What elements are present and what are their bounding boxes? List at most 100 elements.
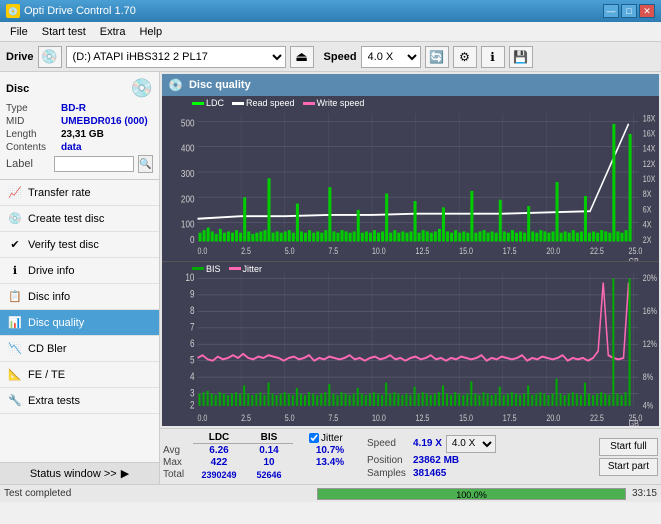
chart-title-text: Disc quality	[189, 79, 251, 91]
svg-text:17.5: 17.5	[503, 246, 517, 256]
svg-text:8: 8	[190, 304, 195, 317]
jitter-checkbox-container[interactable]: Jitter	[309, 432, 343, 444]
drive-label: Drive	[6, 51, 34, 63]
svg-text:5.0: 5.0	[285, 246, 295, 256]
disc-info-icon: 📋	[8, 290, 22, 304]
status-text: Test completed	[4, 488, 311, 499]
bis-avg: 0.14	[245, 445, 293, 456]
settings-button[interactable]: ⚙	[453, 46, 477, 68]
menu-bar: File Start test Extra Help	[0, 22, 661, 42]
read-color	[232, 102, 244, 105]
status-window-label: Status window >>	[30, 468, 117, 480]
mid-label: MID	[6, 116, 61, 127]
jitter-checkbox[interactable]	[309, 433, 319, 443]
svg-text:10X: 10X	[643, 174, 656, 184]
nav-label-drive-info: Drive info	[28, 265, 74, 277]
progress-text: 100.0%	[318, 489, 625, 500]
svg-text:6X: 6X	[643, 205, 652, 215]
svg-text:12%: 12%	[643, 337, 658, 348]
jitter-avg: 10.7%	[305, 445, 355, 456]
sidebar-item-disc-info[interactable]: 📋 Disc info	[0, 284, 159, 310]
svg-text:20.0: 20.0	[546, 246, 560, 256]
svg-text:GB: GB	[629, 417, 640, 426]
svg-text:20%: 20%	[643, 272, 658, 283]
svg-text:2.5: 2.5	[241, 411, 251, 422]
ldc-avg: 6.26	[193, 445, 245, 456]
sidebar-item-cd-bler[interactable]: 📉 CD Bler	[0, 336, 159, 362]
start-part-button[interactable]: Start part	[599, 458, 658, 476]
svg-text:18X: 18X	[643, 114, 656, 124]
chart-title-icon: 💿	[168, 78, 183, 92]
svg-text:400: 400	[181, 143, 195, 154]
close-button[interactable]: ✕	[639, 4, 655, 18]
menu-file[interactable]: File	[4, 24, 34, 40]
drive-icon-button[interactable]: 💿	[38, 46, 62, 68]
nav-label-disc-quality: Disc quality	[28, 317, 84, 329]
label-input[interactable]	[54, 156, 134, 172]
svg-text:12.5: 12.5	[416, 246, 430, 256]
start-full-button[interactable]: Start full	[599, 438, 658, 456]
sidebar-item-transfer-rate[interactable]: 📈 Transfer rate	[0, 180, 159, 206]
sidebar-item-verify-test-disc[interactable]: ✔ Verify test disc	[0, 232, 159, 258]
menu-extra[interactable]: Extra	[94, 24, 132, 40]
ldc-total: 2390249	[193, 470, 245, 480]
bottom-chart-legend: BIS Jitter	[192, 264, 262, 274]
svg-text:8X: 8X	[643, 190, 652, 200]
max-label: Max	[163, 457, 193, 468]
ldc-max: 422	[193, 457, 245, 468]
disc-icon: 💿	[131, 78, 153, 99]
svg-text:16%: 16%	[643, 304, 658, 315]
speed-select[interactable]: 4.0 X	[361, 46, 421, 68]
length-label: Length	[6, 129, 61, 140]
sidebar-item-fe-te[interactable]: 📐 FE / TE	[0, 362, 159, 388]
position-value: 23862 MB	[413, 455, 459, 466]
label-browse-button[interactable]: 🔍	[138, 155, 153, 173]
type-value: BD-R	[61, 103, 86, 114]
minimize-button[interactable]: —	[603, 4, 619, 18]
svg-text:17.5: 17.5	[503, 411, 517, 422]
sidebar-item-extra-tests[interactable]: 🔧 Extra tests	[0, 388, 159, 414]
progress-bar: 100.0%	[317, 488, 626, 500]
ldc-color	[192, 102, 204, 105]
svg-text:0.0: 0.0	[198, 246, 208, 256]
legend-ldc: LDC	[192, 98, 224, 108]
svg-text:2: 2	[190, 399, 195, 412]
jitter-check-label: Jitter	[321, 433, 343, 444]
create-test-disc-icon: 💿	[8, 212, 22, 226]
menu-start-test[interactable]: Start test	[36, 24, 92, 40]
svg-text:10.0: 10.0	[372, 411, 386, 422]
menu-help[interactable]: Help	[133, 24, 168, 40]
svg-text:0.0: 0.0	[198, 411, 208, 422]
svg-text:16X: 16X	[643, 129, 656, 139]
sidebar-item-create-test-disc[interactable]: 💿 Create test disc	[0, 206, 159, 232]
samples-key: Samples	[367, 468, 409, 479]
nav-items: 📈 Transfer rate 💿 Create test disc ✔ Ver…	[0, 180, 159, 462]
nav-label-disc-info: Disc info	[28, 291, 70, 303]
nav-label-cd-bler: CD Bler	[28, 343, 67, 355]
verify-test-disc-icon: ✔	[8, 238, 22, 252]
status-window-button[interactable]: Status window >> ▶	[0, 462, 159, 484]
svg-text:8%: 8%	[643, 370, 654, 381]
drive-select[interactable]: (D:) ATAPI iHBS312 2 PL17	[66, 46, 286, 68]
label-label: Label	[6, 158, 50, 170]
ldc-label: LDC	[206, 98, 224, 108]
sidebar-item-drive-info[interactable]: ℹ Drive info	[0, 258, 159, 284]
info-button2[interactable]: ℹ	[481, 46, 505, 68]
time-text: 33:15	[632, 488, 657, 499]
length-value: 23,31 GB	[61, 129, 104, 140]
svg-text:22.5: 22.5	[590, 246, 604, 256]
refresh-button[interactable]: 🔄	[425, 46, 449, 68]
svg-text:14X: 14X	[643, 144, 656, 154]
legend-jitter: Jitter	[229, 264, 263, 274]
sidebar-item-disc-quality[interactable]: 📊 Disc quality	[0, 310, 159, 336]
nav-label-extra-tests: Extra tests	[28, 395, 80, 407]
maximize-button[interactable]: □	[621, 4, 637, 18]
svg-text:500: 500	[181, 118, 195, 129]
svg-text:4%: 4%	[643, 399, 654, 410]
avg-label: Avg	[163, 445, 193, 456]
status-bar: Test completed 100.0% 33:15	[0, 484, 661, 502]
save-button[interactable]: 💾	[509, 46, 533, 68]
speed-select-small[interactable]: 4.0 X	[446, 435, 496, 453]
eject-button[interactable]: ⏏	[290, 46, 314, 68]
sidebar: Disc 💿 Type BD-R MID UMEBDR016 (000) Len…	[0, 72, 160, 484]
